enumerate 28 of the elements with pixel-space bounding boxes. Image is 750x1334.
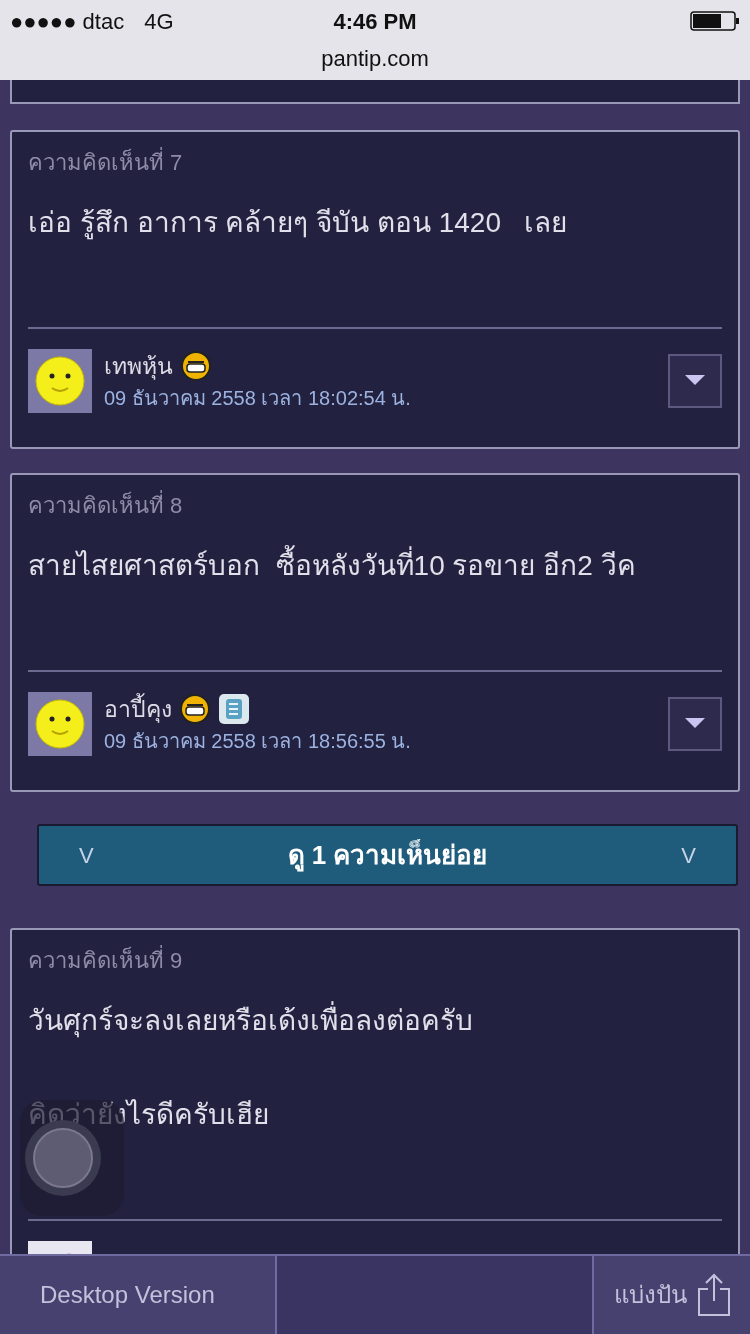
comment-text: วันศุกร์จะลงเลยหรือเด้งเพื่อลงต่อครับ — [28, 1003, 722, 1039]
comment-number: ความคิดเห็นที่ 9 — [28, 944, 722, 977]
clock: 4:46 PM — [333, 7, 417, 36]
address-bar[interactable]: pantip.com — [10, 42, 740, 75]
grin-emoji-icon — [181, 351, 211, 381]
grin-emoji-icon — [180, 694, 210, 724]
avatar-smiley-icon — [28, 692, 92, 756]
share-button[interactable]: แบ่งปัน — [594, 1256, 750, 1334]
avatar-smiley-icon — [28, 349, 92, 413]
blog-badge-icon — [218, 693, 250, 725]
caret-down-icon — [685, 718, 705, 730]
comment-number: ความคิดเห็นที่ 7 — [28, 146, 722, 179]
carrier-label: ●●●●● dtac — [10, 7, 125, 36]
desktop-version-button[interactable]: Desktop Version — [0, 1256, 277, 1334]
comment-text: เอ่อ รู้สึก อาการ คล้ายๆ จีบัน ตอน 1420 เลย — [28, 206, 569, 241]
caret-down-icon — [685, 375, 705, 387]
comment-timestamp: 09 ธันวาคม 2558 เวลา 18:02:54 น. — [104, 386, 412, 411]
view-replies-button[interactable]: V ดู 1 ความเห็นย่อย V — [37, 824, 738, 886]
author-name[interactable]: เทพหุ้น — [104, 348, 173, 384]
comment-text: คิดว่ายังไรดีครับเฮีย — [28, 1098, 270, 1132]
author-name[interactable]: อาปี้คุง — [104, 691, 172, 727]
share-icon — [696, 1273, 731, 1317]
battery-icon — [690, 11, 740, 31]
comment-timestamp: 09 ธันวาคม 2558 เวลา 18:56:55 น. — [104, 729, 412, 754]
options-dropdown-button[interactable] — [668, 697, 722, 751]
network-label: 4G — [144, 7, 174, 36]
comment-number: ความคิดเห็นที่ 8 — [28, 489, 722, 522]
options-dropdown-button[interactable] — [668, 354, 722, 408]
